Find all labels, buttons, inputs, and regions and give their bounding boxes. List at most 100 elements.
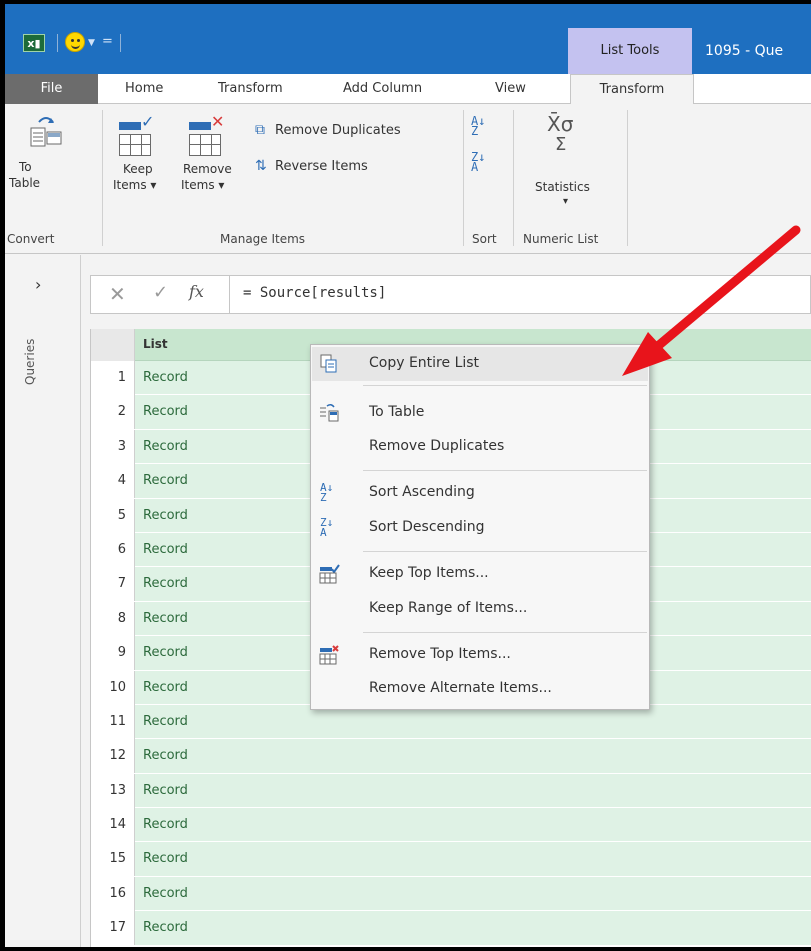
record-link[interactable]: Record [143, 842, 188, 876]
table-row[interactable]: 16 Record [91, 876, 811, 912]
row-number[interactable]: 2 [91, 395, 135, 430]
table-row[interactable]: 17 Record [91, 911, 811, 946]
record-link[interactable]: Record [143, 671, 188, 705]
menu-item-sort-ascending[interactable]: A↓ Z Sort Ascending [312, 476, 648, 510]
row-number[interactable]: 11 [91, 704, 135, 739]
table-row[interactable]: 14 Record [91, 808, 811, 843]
row-number[interactable]: 10 [91, 670, 135, 705]
row-number[interactable]: 12 [91, 739, 135, 774]
check-icon: ✓ [141, 112, 155, 131]
remove-items-table-icon [189, 134, 221, 156]
tab-home[interactable]: Home [125, 74, 163, 104]
to-table-button[interactable]: To Table [9, 108, 99, 226]
remove-duplicates-button[interactable]: ⧉ Remove Duplicates [255, 120, 455, 142]
record-link[interactable]: Record [143, 602, 188, 636]
row-number[interactable]: 1 [91, 361, 135, 395]
menu-item-keep-range-of-items[interactable]: Keep Range of Items... [312, 592, 648, 626]
formula-input[interactable]: = Source[results] [243, 285, 386, 301]
sort-descending-icon: Z↓ A [320, 516, 334, 539]
group-separator [463, 110, 464, 246]
ribbon: To Table Convert ✓ Keep Items ▾ ✕ Remove… [5, 104, 811, 254]
keep-items-label-2: Items ▾ [113, 178, 157, 192]
record-link[interactable]: Record [143, 636, 188, 670]
cancel-formula-icon[interactable]: ✕ [109, 282, 126, 306]
menu-item-label: Sort Descending [369, 519, 485, 535]
group-separator [513, 110, 514, 246]
remove-duplicates-label: Remove Duplicates [275, 123, 401, 138]
fx-icon[interactable]: fx [189, 282, 204, 301]
excel-icon[interactable]: x▮ [23, 34, 45, 52]
table-row[interactable]: 15 Record [91, 842, 811, 877]
statistics-button[interactable]: X̄σ Σ Statistics ▾ [529, 108, 609, 226]
record-link[interactable]: Record [143, 567, 188, 601]
record-link[interactable]: Record [143, 361, 188, 395]
record-link[interactable]: Record [143, 499, 188, 533]
menu-item-remove-top-items[interactable]: Remove Top Items... [312, 638, 648, 672]
record-link[interactable]: Record [143, 808, 188, 842]
column-header-list[interactable]: List [143, 337, 168, 351]
menu-separator [363, 470, 647, 471]
record-link[interactable]: Record [143, 533, 188, 567]
menu-item-remove-alternate-items[interactable]: Remove Alternate Items... [312, 672, 648, 706]
keep-items-label-1: Keep [123, 162, 153, 176]
table-row[interactable]: 11 Record [91, 704, 811, 740]
tab-transform[interactable]: Transform [218, 74, 283, 104]
queries-pane-label[interactable]: Queries [23, 339, 37, 385]
menu-item-keep-top-items[interactable]: Keep Top Items... [312, 557, 648, 591]
sort-ascending-button[interactable]: A↓ Z [471, 115, 495, 140]
sort-descending-icon: Z↓ A [471, 150, 486, 174]
context-menu: Copy Entire List To Table Remove Duplica… [310, 344, 650, 710]
tab-view[interactable]: View [495, 74, 526, 104]
row-number[interactable]: 15 [91, 842, 135, 877]
row-number[interactable]: 4 [91, 464, 135, 499]
smiley-feedback-icon[interactable] [65, 32, 85, 52]
row-number-header[interactable] [91, 329, 135, 361]
menu-item-copy-entire-list[interactable]: Copy Entire List [312, 347, 648, 381]
keep-items-bar [119, 122, 141, 130]
record-link[interactable]: Record [143, 705, 188, 739]
menu-item-remove-duplicates[interactable]: Remove Duplicates [312, 430, 648, 464]
row-number[interactable]: 9 [91, 636, 135, 671]
table-row[interactable]: 13 Record [91, 773, 811, 809]
row-number[interactable]: 16 [91, 876, 135, 911]
record-link[interactable]: Record [143, 739, 188, 773]
expand-queries-chevron-icon[interactable]: › [35, 275, 41, 294]
record-link[interactable]: Record [143, 464, 188, 498]
queries-pane: › Queries [5, 255, 81, 947]
menu-item-label: Keep Top Items... [369, 565, 489, 581]
row-number[interactable]: 8 [91, 601, 135, 636]
row-number[interactable]: 5 [91, 498, 135, 533]
record-link[interactable]: Record [143, 395, 188, 429]
record-link[interactable]: Record [143, 774, 188, 808]
row-number[interactable]: 13 [91, 773, 135, 808]
row-number[interactable]: 3 [91, 429, 135, 464]
group-label-numeric-list: Numeric List [523, 232, 599, 246]
document-title: 1095 - Que [705, 43, 784, 59]
reverse-items-label: Reverse Items [275, 159, 368, 174]
tab-add-column[interactable]: Add Column [343, 74, 422, 104]
row-number[interactable]: 14 [91, 808, 135, 843]
keep-items-button[interactable]: ✓ Keep Items ▾ [113, 108, 171, 226]
reverse-items-button[interactable]: ⇅ Reverse Items [255, 156, 415, 178]
record-link[interactable]: Record [143, 430, 188, 464]
remove-items-label-2: Items ▾ [181, 178, 225, 192]
row-number[interactable]: 7 [91, 567, 135, 602]
row-number[interactable]: 17 [91, 911, 135, 946]
x-icon: ✕ [211, 112, 225, 131]
tab-list-transform[interactable]: Transform [570, 74, 694, 105]
row-number[interactable]: 6 [91, 532, 135, 567]
quick-access-menu-icon[interactable]: = [102, 34, 113, 49]
remove-items-button[interactable]: ✕ Remove Items ▾ [175, 108, 239, 226]
menu-item-sort-descending[interactable]: Z↓ A Sort Descending [312, 511, 648, 545]
tab-file[interactable]: File [5, 74, 98, 104]
sort-descending-button[interactable]: Z↓ A [471, 150, 495, 176]
record-link[interactable]: Record [143, 877, 188, 911]
table-row[interactable]: 12 Record [91, 739, 811, 774]
menu-item-to-table[interactable]: To Table [312, 396, 648, 430]
menu-separator [363, 551, 647, 552]
chevron-down-icon[interactable]: ▼ [88, 38, 95, 48]
remove-duplicates-icon: ⧉ [255, 122, 265, 138]
confirm-formula-icon[interactable]: ✓ [153, 282, 168, 303]
copy-icon [320, 354, 337, 373]
record-link[interactable]: Record [143, 911, 188, 945]
